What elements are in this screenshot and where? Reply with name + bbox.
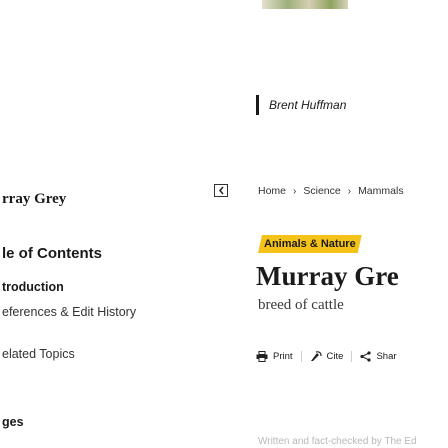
- sidebar-article-title[interactable]: rray Grey: [2, 191, 66, 208]
- author-name[interactable]: Brent Huffman: [269, 98, 346, 112]
- chevron-left-icon: [218, 186, 224, 195]
- author-block: Brent Huffman: [256, 95, 346, 115]
- print-button[interactable]: Print: [256, 351, 301, 362]
- thumbnail-image: [262, 0, 348, 9]
- collapse-sidebar-button[interactable]: [214, 184, 228, 197]
- share-label: Shar: [376, 351, 397, 362]
- cite-icon: [310, 351, 322, 361]
- breadcrumb-science[interactable]: Science: [303, 185, 340, 197]
- breadcrumb-home[interactable]: Home: [258, 185, 286, 197]
- page-title: Murray Gre: [256, 261, 399, 291]
- share-icon: [360, 351, 372, 362]
- toc-item-introduction[interactable]: troduction: [2, 280, 64, 294]
- images-link[interactable]: ges: [2, 415, 24, 429]
- page-subtitle: breed of cattle: [258, 297, 344, 313]
- print-icon: [256, 351, 268, 362]
- breadcrumb: Home › Science › Mammals: [258, 185, 404, 197]
- share-button[interactable]: Shar: [351, 351, 404, 362]
- article-actions: Print Cite Shar: [256, 351, 405, 362]
- toc-heading: le of Contents: [2, 245, 102, 262]
- cite-button[interactable]: Cite: [300, 351, 352, 362]
- chevron-right-icon: ›: [293, 185, 297, 197]
- print-label: Print: [273, 351, 293, 362]
- cite-label: Cite: [326, 351, 344, 362]
- category-tag[interactable]: Animals & Nature: [258, 235, 362, 253]
- breadcrumb-mammals[interactable]: Mammals: [358, 185, 404, 197]
- toc-item-references[interactable]: eferences & Edit History: [2, 305, 136, 319]
- related-topics-link[interactable]: elated Topics: [2, 347, 75, 361]
- chevron-right-icon: ›: [347, 185, 352, 197]
- byline-cut-text: Written and fact-checked by The Ed: [258, 436, 417, 447]
